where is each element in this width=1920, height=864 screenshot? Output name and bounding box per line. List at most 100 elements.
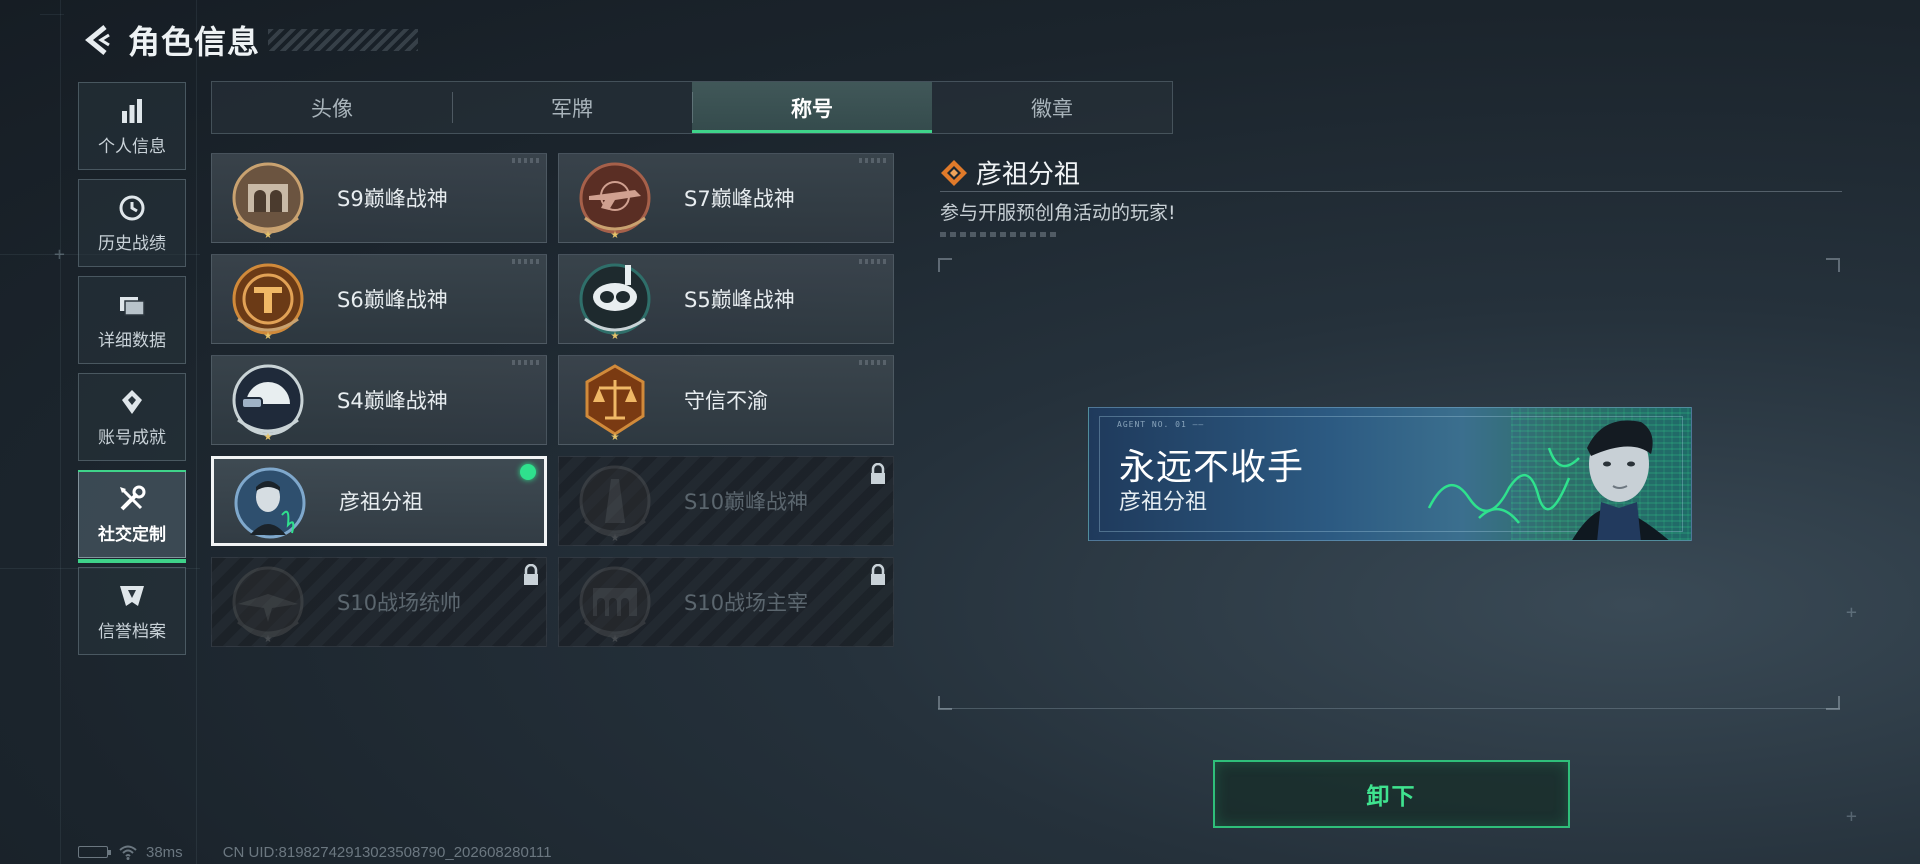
svg-text:★: ★ <box>611 634 620 644</box>
scales-emblem-icon: ★ <box>585 364 645 442</box>
decor-cross: + <box>1846 602 1857 623</box>
tab-badge[interactable]: 徽章 <box>932 82 1172 133</box>
svg-text:★: ★ <box>264 230 273 240</box>
back-arrow-icon[interactable] <box>78 20 118 60</box>
title-label: S5巅峰战神 <box>684 288 795 312</box>
colosseum-emblem-icon: ★ <box>579 566 651 644</box>
sidebar-item-detailed-data[interactable]: 详细数据 <box>78 276 186 364</box>
title-card-locked[interactable]: ★ S10战场主宰 <box>558 557 894 647</box>
lock-icon <box>871 564 885 585</box>
banner-main-text: 永远不收手 <box>1119 447 1305 488</box>
title-label: S4巅峰战神 <box>337 389 448 413</box>
title-label: S10战场统帅 <box>337 591 462 615</box>
title-card[interactable]: ★ S5巅峰战神 <box>558 254 894 344</box>
decor-cross: + <box>54 244 65 265</box>
tools-icon <box>117 484 147 514</box>
svg-text:★: ★ <box>611 533 620 543</box>
equipped-indicator <box>520 464 536 480</box>
svg-text:★: ★ <box>611 230 620 240</box>
detail-title: 彦祖分祖 <box>976 160 1081 190</box>
description-decoration <box>940 232 1060 237</box>
detail-description: 参与开服预创角活动的玩家! <box>940 202 1176 224</box>
card-corner-decoration <box>859 158 889 163</box>
uid-text: CN UID:819827429130235087​90_20260828011… <box>222 843 552 861</box>
bar-chart-icon <box>117 96 147 126</box>
title-card[interactable]: ★ S9巅峰战神 <box>211 153 547 243</box>
frame-corner <box>1826 258 1840 272</box>
title-label: 守信不渝 <box>684 389 768 413</box>
title-card-selected[interactable]: 彦祖分祖 <box>211 456 547 546</box>
sidebar-item-label: 账号成就 <box>98 427 166 448</box>
sidebar-item-personal-info[interactable]: 个人信息 <box>78 82 186 170</box>
frame-corner <box>938 258 952 272</box>
svg-text:★: ★ <box>264 432 273 442</box>
svg-text:★: ★ <box>264 331 273 341</box>
battery-icon <box>78 846 111 858</box>
sidebar-item-history[interactable]: 历史战绩 <box>78 179 186 267</box>
svg-text:★: ★ <box>611 331 620 341</box>
sidebar-item-credit-record[interactable]: 信誉档案 <box>78 567 186 655</box>
tab-bar: 头像 军牌 称号 徽章 <box>211 81 1173 134</box>
lock-icon <box>871 463 885 484</box>
diver-mask-emblem-icon: ★ <box>579 263 651 341</box>
arch-emblem-icon: ★ <box>232 162 304 240</box>
lock-icon <box>524 564 538 585</box>
title-card[interactable]: ★ 守信不渝 <box>558 355 894 445</box>
wifi-icon <box>119 845 137 860</box>
card-corner-decoration <box>512 360 542 365</box>
decor-line <box>40 14 64 15</box>
sidebar-item-social-custom[interactable]: 社交定制 <box>78 470 186 563</box>
title-card-locked[interactable]: ★ S10战场统帅 <box>211 557 547 647</box>
title-banner-preview: AGENT NO. 01 —— 永远不收手 彦祖分祖 <box>1088 407 1692 541</box>
title-card-locked[interactable]: ★ S10巅峰战神 <box>558 456 894 546</box>
rifle-emblem-icon: ★ <box>579 162 651 240</box>
unequip-button[interactable]: 卸下 <box>1213 760 1570 828</box>
page-title: 角色信息 <box>128 23 261 61</box>
decor-line <box>60 0 61 864</box>
title-card[interactable]: ★ S7巅峰战神 <box>558 153 894 243</box>
title-list: ★ S9巅峰战神 ★ S7巅峰战神 ★ S6巅峰战神 ★ S5巅峰战神 ★ S4… <box>211 153 894 647</box>
portrait-emblem-icon <box>234 467 306 539</box>
title-card[interactable]: ★ S6巅峰战神 <box>211 254 547 344</box>
title-label: S9巅峰战神 <box>337 187 448 211</box>
sidebar-item-label: 历史战绩 <box>98 233 166 254</box>
clock-icon <box>117 193 147 223</box>
page-header: 角色信息 <box>78 14 419 66</box>
aircraft-emblem-icon: ★ <box>232 566 304 644</box>
banner-sub-text: 彦祖分祖 <box>1119 490 1208 515</box>
detail-header: 彦祖分祖 <box>940 154 1842 192</box>
sidebar-item-label: 详细数据 <box>98 330 166 351</box>
title-label: S7巅峰战神 <box>684 187 795 211</box>
card-corner-decoration <box>859 259 889 264</box>
tab-avatar[interactable]: 头像 <box>212 82 452 133</box>
sidebar: 个人信息 历史战绩 详细数据 账号成就 社交定制 信誉档案 <box>78 82 186 664</box>
title-label: S10巅峰战神 <box>684 490 809 514</box>
card-corner-decoration <box>859 360 889 365</box>
title-label: 彦祖分祖 <box>339 490 423 514</box>
banner-tiny-text: AGENT NO. 01 —— <box>1117 420 1205 429</box>
credit-shield-icon <box>117 581 147 611</box>
achievement-icon <box>117 387 147 417</box>
title-label: S6巅峰战神 <box>337 288 448 312</box>
sidebar-item-label: 社交定制 <box>98 524 166 545</box>
tab-title[interactable]: 称号 <box>692 82 932 133</box>
title-card[interactable]: ★ S4巅峰战神 <box>211 355 547 445</box>
svg-text:★: ★ <box>611 432 620 442</box>
portrait-image <box>1572 420 1669 540</box>
sidebar-item-achievements[interactable]: 账号成就 <box>78 373 186 461</box>
tower-emblem-icon: ★ <box>579 465 651 543</box>
ping-text: 38ms <box>146 843 183 861</box>
frame-bottom-line <box>938 708 1840 709</box>
decor-cross: + <box>1846 806 1857 827</box>
card-corner-decoration <box>512 259 542 264</box>
title-label: S10战场主宰 <box>684 591 809 615</box>
sidebar-item-label: 个人信息 <box>98 136 166 157</box>
status-bar: 38ms CN UID:819827429130235087​90_202608… <box>78 843 552 861</box>
unequip-label: 卸下 <box>1366 784 1417 810</box>
sidebar-item-label: 信誉档案 <box>98 621 166 642</box>
tab-dog-tag[interactable]: 军牌 <box>452 82 692 133</box>
decor-line <box>196 0 197 864</box>
svg-text:★: ★ <box>264 634 273 644</box>
t-emblem-icon: ★ <box>232 263 304 341</box>
title-decoration <box>268 29 419 51</box>
